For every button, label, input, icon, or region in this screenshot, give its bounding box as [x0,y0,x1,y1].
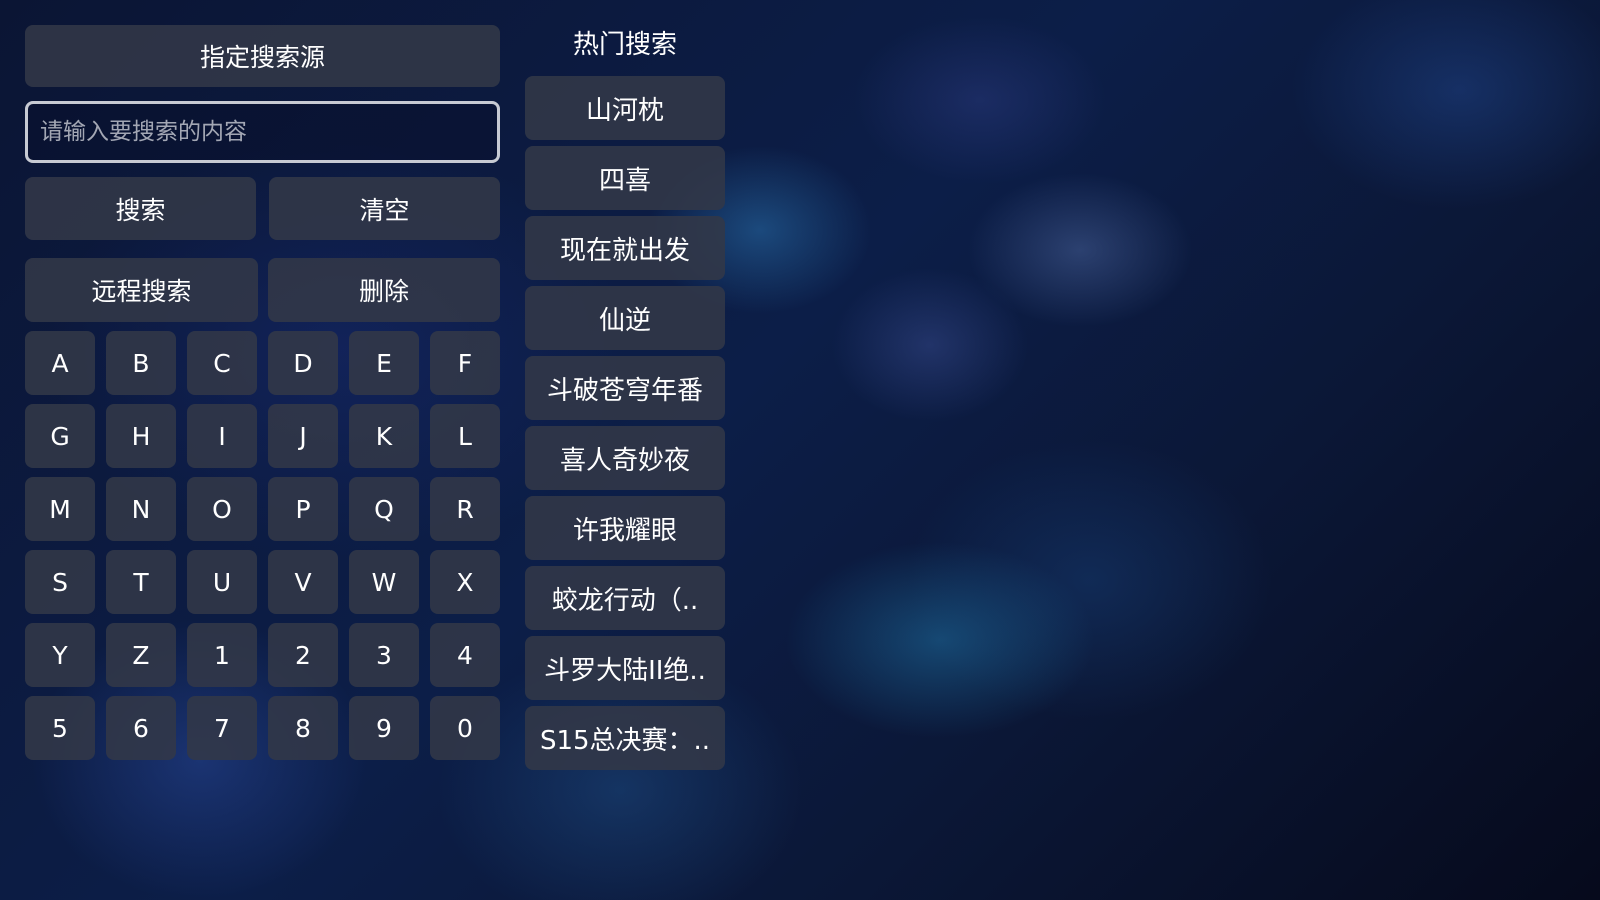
key-u[interactable]: U [187,550,257,614]
key-h[interactable]: H [106,404,176,468]
hot-search-item[interactable]: 蛟龙行动（.. [525,566,725,630]
key-l[interactable]: L [430,404,500,468]
key-b[interactable]: B [106,331,176,395]
key-c[interactable]: C [187,331,257,395]
key-x[interactable]: X [430,550,500,614]
key-4[interactable]: 4 [430,623,500,687]
key-d[interactable]: D [268,331,338,395]
hot-search-item[interactable]: 四喜 [525,146,725,210]
key-w[interactable]: W [349,550,419,614]
key-7[interactable]: 7 [187,696,257,760]
key-f[interactable]: F [430,331,500,395]
key-1[interactable]: 1 [187,623,257,687]
key-s[interactable]: S [25,550,95,614]
source-selector-button[interactable]: 指定搜索源 [25,25,500,87]
hot-search-item[interactable]: 斗破苍穹年番 [525,356,725,420]
hot-search-item[interactable]: 喜人奇妙夜 [525,426,725,490]
key-j[interactable]: J [268,404,338,468]
hot-search-item[interactable]: 山河枕 [525,76,725,140]
hot-search-item[interactable]: 许我耀眼 [525,496,725,560]
key-m[interactable]: M [25,477,95,541]
hot-search-item[interactable]: 斗罗大陆II绝.. [525,636,725,700]
hot-search-title: 热门搜索 [572,30,677,60]
key-y[interactable]: Y [25,623,95,687]
key-v[interactable]: V [268,550,338,614]
key-r[interactable]: R [430,477,500,541]
key-e[interactable]: E [349,331,419,395]
key-p[interactable]: P [268,477,338,541]
key-a[interactable]: A [25,331,95,395]
key-9[interactable]: 9 [349,696,419,760]
hot-search-item[interactable]: 现在就出发 [525,216,725,280]
key-z[interactable]: Z [106,623,176,687]
key-g[interactable]: G [25,404,95,468]
key-6[interactable]: 6 [106,696,176,760]
key-t[interactable]: T [106,550,176,614]
hot-search-item[interactable]: S15总决赛：.. [525,706,725,770]
key-3[interactable]: 3 [349,623,419,687]
search-input[interactable] [25,101,500,163]
search-button[interactable]: 搜索 [25,177,256,240]
hot-search-item[interactable]: 仙逆 [525,286,725,350]
delete-button[interactable]: 删除 [268,258,500,322]
clear-button[interactable]: 清空 [269,177,500,240]
key-0[interactable]: 0 [430,696,500,760]
key-i[interactable]: I [187,404,257,468]
key-q[interactable]: Q [349,477,419,541]
key-o[interactable]: O [187,477,257,541]
remote-search-button[interactable]: 远程搜索 [25,258,258,322]
key-n[interactable]: N [106,477,176,541]
key-k[interactable]: K [349,404,419,468]
key-8[interactable]: 8 [268,696,338,760]
key-5[interactable]: 5 [25,696,95,760]
key-2[interactable]: 2 [268,623,338,687]
